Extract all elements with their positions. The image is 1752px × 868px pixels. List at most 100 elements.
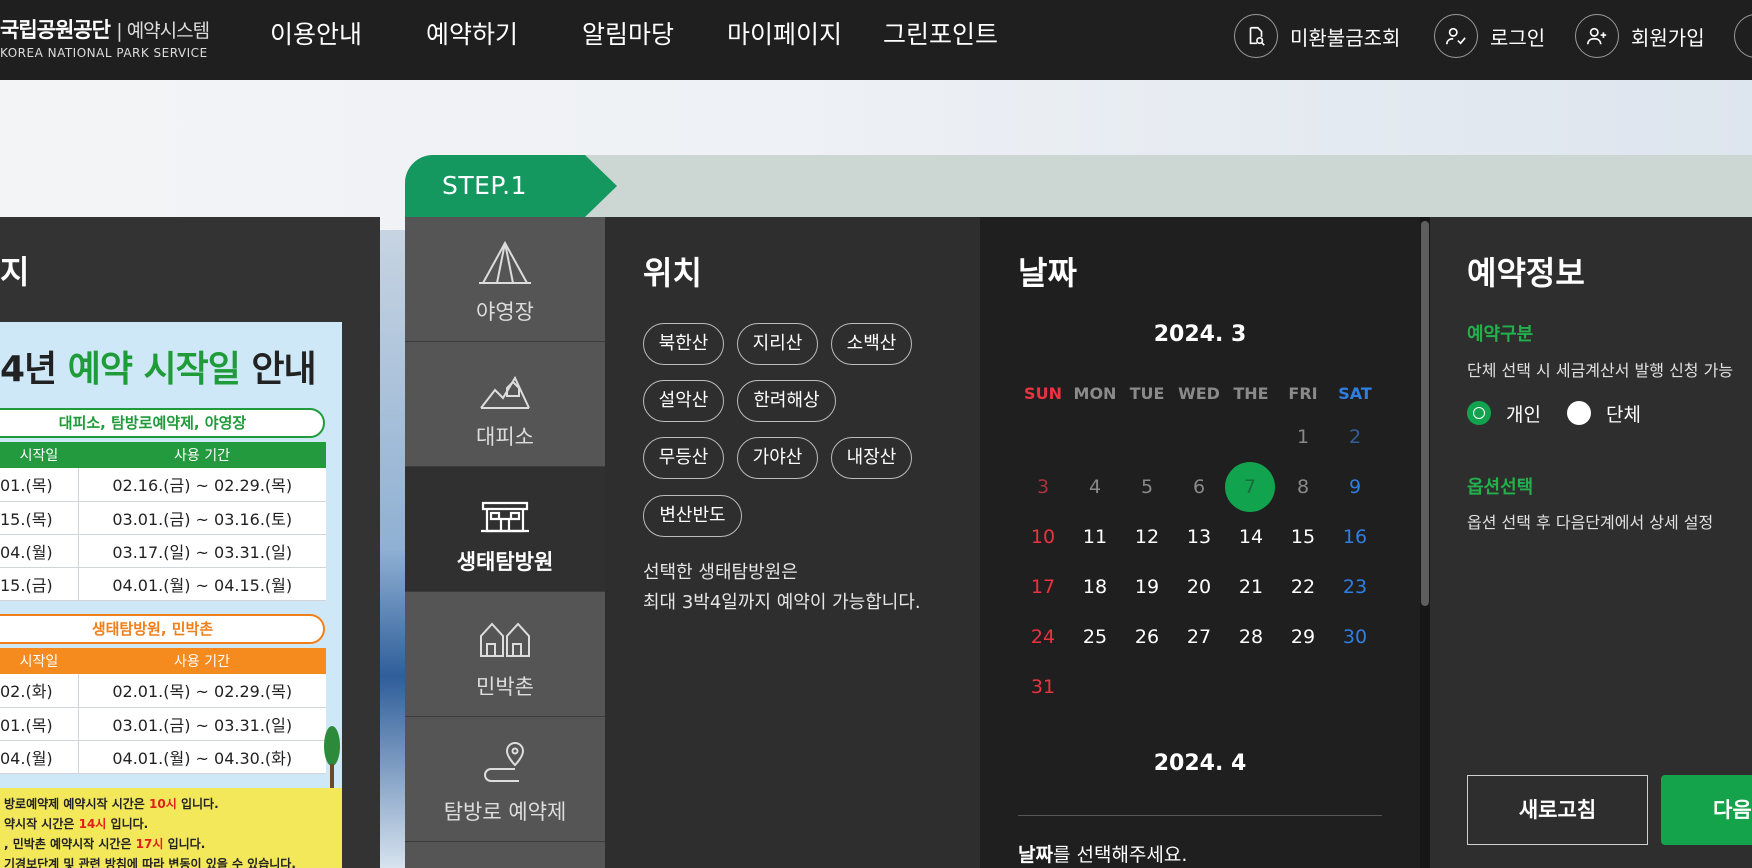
tree-icon [324, 726, 340, 788]
category-campsite[interactable]: 야영장 [405, 217, 605, 342]
logo-system: 예약시스템 [126, 20, 210, 42]
calendar-day[interactable]: 17 [1017, 562, 1069, 612]
nav-guide[interactable]: 이용안내 [270, 0, 362, 70]
notice-table-shelter: 시작일 사용 기간 01.(목) 02.16.(금) ~ 02.29.(목) 15.… [0, 442, 326, 601]
calendar-day[interactable]: 30 [1329, 612, 1381, 662]
location-chip-bukhansan[interactable]: 북한산 [643, 323, 724, 365]
weekday-sat: SAT [1338, 384, 1372, 403]
location-chip-naejangsan[interactable]: 내장산 [831, 437, 912, 479]
category-label: 대피소 [476, 425, 534, 449]
notice-table-eco: 시작일 사용 기간 02.(화) 02.01.(목) ~ 02.29.(목) 01.… [0, 648, 326, 774]
category-eco-center[interactable]: 생태탐방원 [405, 467, 605, 592]
site-logo[interactable]: 국립공원공단 | 예약시스템 KOREA NATIONAL PARK SERVI… [0, 14, 210, 60]
reservation-info-title: 예약정보 [1467, 254, 1585, 292]
category-guesthouse[interactable]: 민박촌 [405, 592, 605, 717]
calendar-day[interactable]: 27 [1173, 612, 1225, 662]
category-label: 생태탐방원 [456, 550, 554, 574]
calendar-day: 3 [1036, 476, 1050, 498]
notice-panel-title: 지 [0, 253, 30, 291]
nav-reservation[interactable]: 예약하기 [426, 0, 518, 70]
notice-pill-eco: 생태탐방원, 민박촌 [0, 614, 325, 644]
category-label: 야영장 [476, 300, 534, 324]
location-chip-gayasan[interactable]: 가야산 [737, 437, 818, 479]
calendar-month-april: 2024. 4 [1153, 751, 1247, 776]
calendar-day[interactable]: 16 [1329, 512, 1381, 562]
step-label: STEP.1 [442, 171, 527, 200]
table-row: 15.(목) 03.01.(금) ~ 03.16.(토) [0, 501, 326, 535]
calendar-day[interactable]: 23 [1329, 562, 1381, 612]
user-add-icon [1575, 14, 1619, 58]
table-row: 02.(화) 02.01.(목) ~ 02.29.(목) [0, 674, 326, 708]
util-refund-inquiry[interactable]: 미환불금조회 [1234, 14, 1400, 58]
calendar-day[interactable]: 13 [1173, 512, 1225, 562]
calendar-day[interactable]: 12 [1121, 512, 1173, 562]
weekday-tue: TUE [1129, 384, 1165, 403]
mountain-shelter-icon [480, 375, 530, 409]
reservation-info-column [1430, 217, 1752, 868]
calendar-day[interactable]: 31 [1017, 662, 1069, 712]
calendar-day[interactable]: 25 [1069, 612, 1121, 662]
document-search-icon [1234, 14, 1278, 58]
calendar-day[interactable]: 20 [1173, 562, 1225, 612]
calendar-day[interactable]: 9 [1329, 462, 1381, 512]
tent-icon [479, 240, 531, 284]
calendar-day[interactable]: 26 [1121, 612, 1173, 662]
table-row: 15.(금) 04.01.(월) ~ 04.15.(월) [0, 567, 326, 601]
calendar-day[interactable]: 22 [1277, 562, 1329, 612]
calendar-day: 8 [1296, 476, 1310, 498]
radio-group[interactable] [1567, 401, 1591, 425]
next-button[interactable]: 다음 [1661, 775, 1752, 845]
calendar-day-selected[interactable]: 7 [1225, 462, 1275, 512]
location-chip-seoraksan[interactable]: 설악산 [643, 380, 724, 422]
location-chip-byeonsanbando[interactable]: 변산반도 [643, 495, 742, 537]
util-signup[interactable]: 회원가입 [1575, 14, 1705, 58]
calendar-divider [1018, 815, 1382, 816]
partial-circle-icon [1734, 14, 1752, 58]
util-signup-label: 회원가입 [1631, 25, 1705, 50]
category-trail[interactable]: 탐방로 예약제 [405, 717, 605, 842]
location-title: 위치 [643, 254, 702, 292]
location-chip-sobaeksan[interactable]: 소백산 [831, 323, 912, 365]
util-login[interactable]: 로그인 [1434, 14, 1545, 58]
notice-image[interactable]: 4년 예약 시작일 안내 대피소, 탐방로예약제, 야영장 시작일 사용 기간 0… [0, 322, 342, 868]
table-row: 01.(목) 02.16.(금) ~ 02.29.(목) [0, 468, 326, 502]
date-prompt: 날짜를 선택해주세요. [1018, 844, 1188, 866]
calendar-day[interactable]: 10 [1017, 512, 1069, 562]
nav-greenpoint[interactable]: 그린포인트 [883, 0, 998, 70]
calendar-day[interactable]: 24 [1017, 612, 1069, 662]
location-note: 선택한 생태탐방원은 최대 3박4일까지 예약이 가능합니다. [643, 562, 921, 613]
location-column [605, 217, 980, 868]
category-shelter[interactable]: 대피소 [405, 342, 605, 467]
trail-route-icon [484, 741, 525, 782]
reservation-type-desc: 단체 선택 시 세금계산서 발행 신청 가능 [1467, 361, 1734, 380]
refresh-button[interactable]: 새로고침 [1467, 775, 1648, 845]
calendar-month-march: 2024. 3 [1153, 322, 1247, 347]
weekday-fri: FRI [1288, 384, 1318, 403]
calendar-day[interactable]: 29 [1277, 612, 1329, 662]
eco-center-building-icon [481, 501, 529, 533]
calendar-day[interactable]: 14 [1225, 512, 1277, 562]
date-title: 날짜 [1018, 254, 1077, 292]
houses-icon [480, 622, 530, 657]
radio-personal-label[interactable]: 개인 [1506, 400, 1541, 427]
option-label: 옵션선택 [1467, 477, 1534, 498]
location-chip-mudeungsan[interactable]: 무등산 [643, 437, 724, 479]
calendar-day[interactable]: 21 [1225, 562, 1277, 612]
logo-english: KOREA NATIONAL PARK SERVICE [0, 46, 208, 60]
location-chip-jirisan[interactable]: 지리산 [737, 323, 818, 365]
calendar-day: 1 [1296, 426, 1310, 448]
radio-personal[interactable] [1467, 401, 1491, 425]
location-chip-hallyeohaesang[interactable]: 한려해상 [737, 380, 836, 422]
calendar-day[interactable]: 18 [1069, 562, 1121, 612]
calendar-day[interactable]: 19 [1121, 562, 1173, 612]
date-scrollbar-thumb[interactable] [1421, 221, 1429, 606]
calendar-day[interactable]: 15 [1277, 512, 1329, 562]
calendar-day[interactable]: 11 [1069, 512, 1121, 562]
calendar-day[interactable]: 28 [1225, 612, 1277, 662]
util-extra[interactable] [1734, 14, 1752, 58]
nav-mypage[interactable]: 마이페이지 [727, 0, 842, 70]
radio-group-label[interactable]: 단체 [1606, 400, 1641, 427]
logo-name: 국립공원공단 [0, 18, 111, 42]
nav-notice[interactable]: 알림마당 [582, 0, 674, 70]
calendar-day: 4 [1088, 476, 1102, 498]
